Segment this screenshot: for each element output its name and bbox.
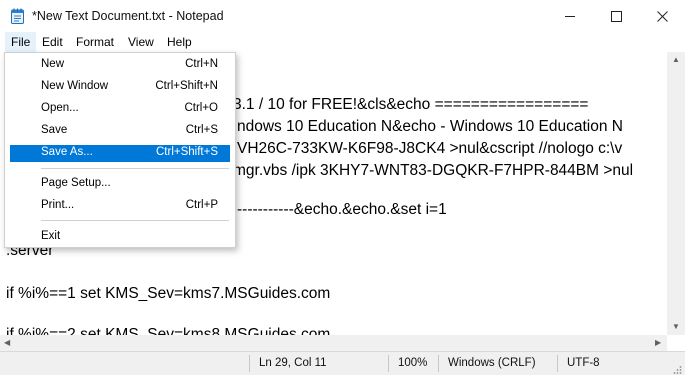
maximize-button[interactable] — [593, 0, 639, 32]
editor-line: VH26C-733KW-K6F98-J8CK4 >nul&cscript //n… — [237, 140, 623, 157]
maximize-icon — [610, 10, 622, 22]
status-divider — [438, 355, 439, 372]
menu-item-label: Print... — [41, 199, 75, 211]
menu-item-label: Open... — [41, 102, 79, 114]
status-bar: Ln 29, Col 11 100% Windows (CRLF) UTF-8 — [0, 351, 685, 375]
close-button[interactable] — [639, 0, 685, 32]
editor-line: ndows 10 Education N&echo - Windows 10 E… — [237, 118, 623, 135]
scroll-up-icon[interactable]: ▲ — [672, 52, 680, 68]
menu-item-shortcut: Ctrl+N — [185, 58, 218, 70]
scroll-down-icon[interactable]: ▼ — [672, 319, 680, 335]
menu-format[interactable]: Format — [70, 32, 120, 52]
menu-separator — [41, 220, 229, 221]
menu-item-save[interactable]: Save Ctrl+S — [10, 123, 230, 140]
editor-line: -----------&echo.&echo.&set i=1 — [237, 201, 447, 218]
editor-line: 3.1 / 10 for FREE!&cls&echo ============… — [233, 96, 589, 113]
menu-item-label: New Window — [41, 80, 109, 92]
close-icon — [656, 10, 668, 22]
menu-item-exit[interactable]: Exit — [10, 229, 230, 246]
status-divider — [388, 355, 389, 372]
notepad-window: *New Text Document.txt - Notepad File Ed… — [0, 0, 685, 375]
menu-view[interactable]: View — [122, 32, 160, 52]
menu-item-shortcut: Ctrl+O — [184, 102, 218, 114]
menu-file[interactable]: File — [5, 32, 37, 52]
menu-item-shortcut: Ctrl+P — [185, 199, 218, 211]
menu-item-save-as[interactable]: Save As... Ctrl+Shift+S — [10, 145, 230, 162]
minimize-button[interactable] — [547, 0, 593, 32]
notepad-icon — [11, 8, 24, 24]
editor-line: if %i%==1 set KMS_Sev=kms7.MSGuides.com — [6, 285, 331, 302]
menu-item-shortcut: Ctrl+S — [185, 124, 218, 136]
size-grip-icon[interactable] — [672, 362, 682, 374]
menu-item-new-window[interactable]: New Window Ctrl+Shift+N — [10, 79, 230, 96]
menu-item-label: Save As... — [41, 146, 93, 158]
menu-item-label: Exit — [41, 230, 61, 242]
menu-item-open[interactable]: Open... Ctrl+O — [10, 101, 230, 118]
menu-item-label: New — [41, 58, 65, 70]
encoding: UTF-8 — [567, 357, 600, 369]
menu-item-page-setup[interactable]: Page Setup... — [10, 176, 230, 193]
cursor-position: Ln 29, Col 11 — [259, 357, 327, 369]
status-divider — [557, 355, 558, 372]
menu-item-shortcut: Ctrl+Shift+N — [155, 80, 218, 92]
zoom-level: 100% — [398, 357, 428, 369]
menu-separator — [41, 168, 229, 169]
scroll-left-icon[interactable]: ◀ — [4, 335, 10, 351]
menu-item-shortcut: Ctrl+Shift+S — [156, 146, 218, 158]
menu-item-print[interactable]: Print... Ctrl+P — [10, 198, 230, 215]
menu-item-label: Page Setup... — [41, 177, 111, 189]
editor-line: if %i%==2 set KMS_Sev=kms8.MSGuides.com — [6, 326, 331, 335]
scroll-right-icon[interactable]: ▶ — [655, 335, 661, 351]
title-bar[interactable]: *New Text Document.txt - Notepad — [0, 0, 685, 32]
menu-help[interactable]: Help — [161, 32, 198, 52]
minimize-icon — [564, 11, 576, 22]
vertical-scrollbar[interactable]: ▲ ▼ — [667, 52, 685, 335]
window-title: *New Text Document.txt - Notepad — [32, 9, 224, 23]
line-ending: Windows (CRLF) — [448, 357, 536, 369]
menu-item-label: Save — [41, 124, 68, 136]
menu-item-new[interactable]: New Ctrl+N — [10, 57, 230, 74]
menu-bar: File Edit Format View Help — [0, 32, 685, 52]
status-divider — [249, 355, 250, 372]
menu-edit[interactable]: Edit — [36, 32, 69, 52]
editor-line: mgr.vbs /ipk 3KHY7-WNT83-DGQKR-F7HPR-844… — [233, 162, 634, 179]
horizontal-scrollbar[interactable]: ◀ ▶ — [0, 335, 667, 351]
file-menu-dropdown: New Ctrl+N New Window Ctrl+Shift+N Open.… — [4, 52, 236, 248]
